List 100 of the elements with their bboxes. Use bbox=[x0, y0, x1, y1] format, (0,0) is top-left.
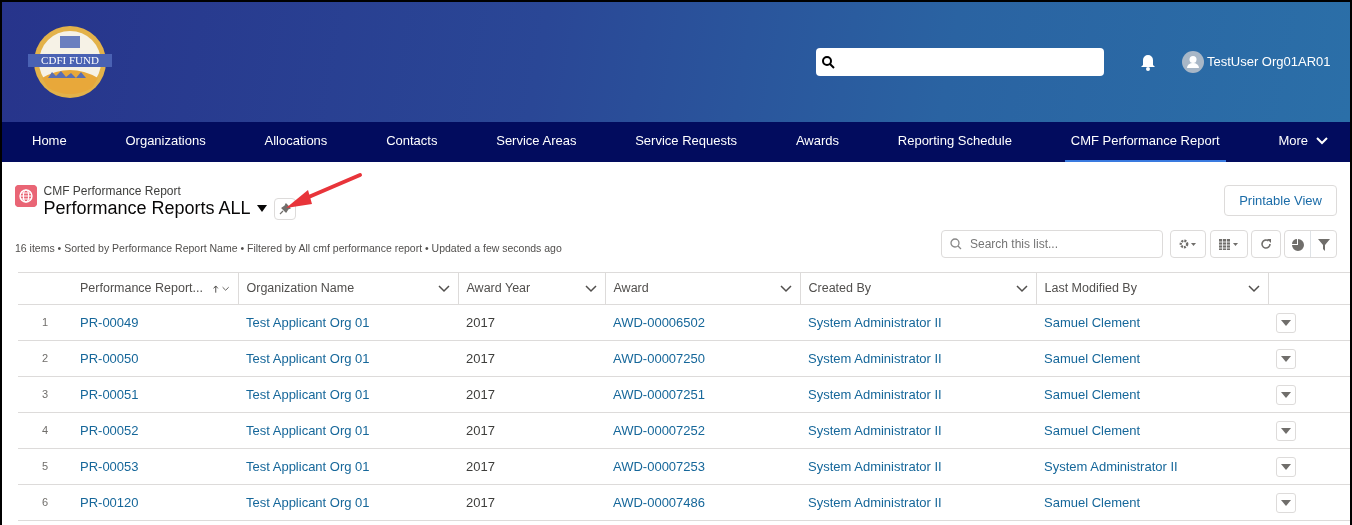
pin-button[interactable] bbox=[273, 197, 296, 220]
nav-tab[interactable]: Allocations bbox=[258, 122, 334, 162]
table-link[interactable]: System Administrator II bbox=[808, 422, 942, 438]
table-link[interactable]: Samuel Clement bbox=[1044, 494, 1141, 510]
row-action-button[interactable] bbox=[1276, 348, 1296, 369]
table-cell: 2017 bbox=[458, 376, 605, 413]
table-link[interactable]: System Administrator II bbox=[808, 350, 942, 366]
nav-tab[interactable]: Reporting Schedule bbox=[891, 122, 1018, 162]
row-action-button[interactable] bbox=[1276, 456, 1296, 477]
filter-icon bbox=[1317, 238, 1330, 251]
row-action-button[interactable] bbox=[1276, 384, 1296, 405]
list-view-title[interactable]: Performance Reports ALL bbox=[43, 198, 251, 219]
settings-button[interactable] bbox=[1170, 230, 1207, 258]
global-search-field[interactable] bbox=[815, 48, 1104, 76]
gear-icon bbox=[1179, 239, 1198, 249]
pie-chart-icon bbox=[1291, 238, 1304, 251]
row-action-button[interactable] bbox=[1276, 420, 1296, 441]
table-link[interactable]: Test Applicant Org 01 bbox=[246, 386, 370, 402]
table-link[interactable]: Test Applicant Org 01 bbox=[246, 314, 370, 330]
row-number: 2 bbox=[18, 340, 72, 377]
nav-tab[interactable]: Organizations bbox=[119, 122, 212, 162]
table-link[interactable]: Test Applicant Org 01 bbox=[246, 422, 370, 438]
nav-tab[interactable]: Home bbox=[26, 122, 73, 162]
table-link[interactable]: PR-00052 bbox=[80, 422, 139, 438]
table-link[interactable]: AWD-00007252 bbox=[613, 422, 705, 438]
table-link[interactable]: Test Applicant Org 01 bbox=[246, 494, 370, 510]
nav-tab[interactable]: Contacts bbox=[380, 122, 444, 162]
table-link[interactable]: System Administrator II bbox=[808, 314, 942, 330]
caret-icon bbox=[1281, 319, 1291, 326]
table-link[interactable]: AWD-00006502 bbox=[613, 314, 705, 330]
chevron-down-icon[interactable] bbox=[1247, 284, 1260, 293]
chevron-down-icon bbox=[1316, 137, 1328, 145]
table-link[interactable]: Test Applicant Org 01 bbox=[246, 350, 370, 366]
column-header[interactable]: Performance Report... bbox=[72, 272, 238, 305]
row-number: 4 bbox=[18, 412, 72, 449]
table-link[interactable]: Samuel Clement bbox=[1044, 386, 1141, 402]
table-link[interactable]: PR-00049 bbox=[80, 314, 139, 330]
table-icon bbox=[1218, 238, 1239, 250]
caret-icon bbox=[1281, 355, 1291, 362]
row-action-button[interactable] bbox=[1276, 312, 1296, 333]
table-cell: 2017 bbox=[458, 340, 605, 377]
refresh-button[interactable] bbox=[1250, 230, 1281, 258]
chevron-down-icon[interactable] bbox=[779, 284, 792, 293]
column-header[interactable]: Last Modified By bbox=[1036, 272, 1268, 305]
caret-icon bbox=[1281, 427, 1291, 434]
column-header[interactable]: Organization Name bbox=[238, 272, 458, 305]
printable-view-button[interactable]: Printable View bbox=[1224, 184, 1337, 216]
caret-icon bbox=[1281, 499, 1291, 506]
table-cell: 2017 bbox=[458, 412, 605, 449]
table-link[interactable]: System Administrator II bbox=[808, 458, 942, 474]
table-link[interactable]: System Administrator II bbox=[808, 386, 942, 402]
table-link[interactable]: PR-00051 bbox=[80, 386, 139, 402]
table-cell: 2017 bbox=[458, 304, 605, 341]
list-search-field[interactable]: Search this list... bbox=[941, 230, 1163, 258]
table-link[interactable]: Samuel Clement bbox=[1044, 314, 1141, 330]
row-number: 1 bbox=[18, 304, 72, 341]
chevron-down-icon[interactable] bbox=[1015, 284, 1028, 293]
more-menu[interactable]: More bbox=[1272, 122, 1334, 162]
table-link[interactable]: System Administrator II bbox=[808, 494, 942, 510]
table-link[interactable]: AWD-00007250 bbox=[613, 350, 705, 366]
logo-text: CDFI FUND bbox=[40, 54, 99, 66]
refresh-icon bbox=[1259, 238, 1272, 250]
nav-tab[interactable]: Service Requests bbox=[629, 122, 744, 162]
table-link[interactable]: System Administrator II bbox=[1044, 458, 1178, 474]
caret-icon bbox=[1281, 463, 1291, 470]
object-label: CMF Performance Report bbox=[43, 184, 182, 198]
nav-tab[interactable]: Service Areas bbox=[490, 122, 583, 162]
row-number: 5 bbox=[18, 448, 72, 485]
search-icon bbox=[950, 238, 962, 250]
table-link[interactable]: PR-00050 bbox=[80, 350, 139, 366]
column-header[interactable]: Created By bbox=[800, 272, 1036, 305]
table-link[interactable]: Samuel Clement bbox=[1044, 422, 1141, 438]
search-icon bbox=[822, 55, 836, 69]
table-cell: 2017 bbox=[458, 484, 605, 521]
caret-icon bbox=[1281, 391, 1291, 398]
avatar-icon[interactable] bbox=[1181, 51, 1204, 73]
row-number: 6 bbox=[18, 484, 72, 521]
chevron-down-icon[interactable] bbox=[222, 284, 230, 293]
chevron-down-icon[interactable] bbox=[437, 284, 450, 293]
column-header[interactable]: Award Year bbox=[458, 272, 605, 305]
table-link[interactable]: AWD-00007486 bbox=[613, 494, 705, 510]
bell-icon[interactable] bbox=[1139, 53, 1156, 71]
table-link[interactable]: Samuel Clement bbox=[1044, 350, 1141, 366]
display-as-button[interactable] bbox=[1209, 230, 1248, 258]
column-header[interactable]: Award bbox=[605, 272, 800, 305]
nav-tab[interactable]: Awards bbox=[789, 122, 845, 162]
caret-icon[interactable] bbox=[257, 205, 268, 213]
user-name[interactable]: TestUser Org01AR01 bbox=[1206, 52, 1331, 72]
globe-icon bbox=[15, 184, 37, 207]
table-link[interactable]: Test Applicant Org 01 bbox=[246, 458, 370, 474]
row-number: 3 bbox=[18, 376, 72, 413]
list-summary: 16 items • Sorted by Performance Report Name • Filtered by All cmf performance report • Updated a few seconds ago bbox=[15, 241, 562, 257]
chevron-down-icon[interactable] bbox=[584, 284, 597, 293]
table-link[interactable]: PR-00120 bbox=[80, 494, 139, 510]
table-link[interactable]: AWD-00007253 bbox=[613, 458, 705, 474]
table-link[interactable]: AWD-00007251 bbox=[613, 386, 705, 402]
row-action-button[interactable] bbox=[1276, 492, 1296, 513]
table-cell: 2017 bbox=[458, 448, 605, 485]
table-link[interactable]: PR-00053 bbox=[80, 458, 139, 474]
nav-tab[interactable]: CMF Performance Report bbox=[1064, 122, 1226, 162]
